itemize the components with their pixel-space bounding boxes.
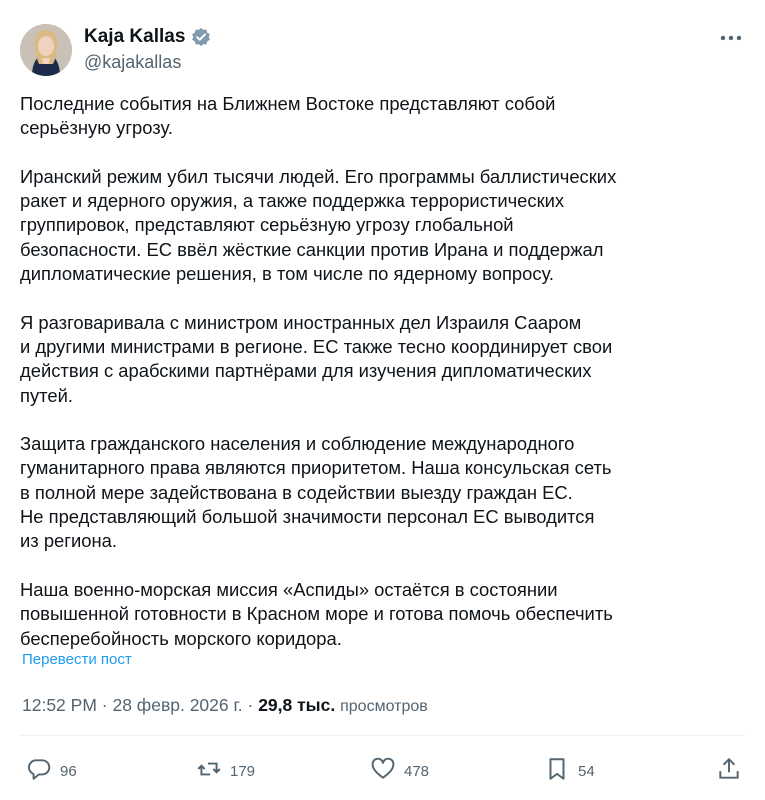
bookmark-count: 54: [578, 762, 595, 780]
views-label: просмотров: [340, 698, 428, 715]
post-metadata: 12:52 PM · 28 февр. 2026 г. · 29,8 тыс. …: [22, 695, 428, 716]
share-icon: [716, 756, 742, 787]
repost-icon: [196, 756, 222, 787]
repost-button[interactable]: 179: [196, 755, 255, 787]
meta-separator: ·: [247, 695, 254, 715]
bookmark-button[interactable]: 54: [544, 755, 595, 787]
share-button[interactable]: [716, 755, 742, 787]
post-paragraph: Последние события на Ближнем Востоке пре…: [20, 93, 556, 139]
author-handle[interactable]: @kajakallas: [84, 52, 181, 73]
translate-post-link[interactable]: Перевести пост: [22, 651, 132, 668]
post-paragraph: Я разговаривала с министром иностранных …: [20, 311, 613, 406]
verified-badge-icon: [191, 27, 211, 47]
reply-button[interactable]: 96: [26, 755, 77, 787]
post-time[interactable]: 12:52 PM: [22, 695, 97, 715]
post-date[interactable]: 28 февр. 2026 г.: [112, 695, 242, 715]
bookmark-icon: [544, 756, 570, 787]
post-paragraph: Защита гражданского населения и соблюден…: [20, 433, 612, 552]
like-button[interactable]: 478: [370, 755, 429, 787]
views-count: 29,8 тыс.: [258, 695, 336, 715]
post-header: Kaja Kallas @kajakallas: [20, 20, 745, 80]
like-count: 478: [404, 762, 430, 780]
post-paragraph: Иранский режим убил тысячи людей. Его пр…: [20, 165, 617, 285]
reply-icon: [26, 756, 52, 787]
divider: [20, 735, 745, 736]
author-name-row: Kaja Kallas: [84, 26, 211, 48]
post-paragraph: Наша военно-морская миссия «Аспиды» оста…: [20, 578, 613, 649]
author-display-name[interactable]: Kaja Kallas: [84, 26, 185, 48]
more-options-icon[interactable]: [717, 28, 745, 48]
meta-separator: ·: [101, 695, 108, 715]
action-bar: 96 179 478 54: [26, 755, 746, 787]
avatar[interactable]: [20, 24, 72, 76]
repost-count: 179: [230, 762, 256, 780]
reply-count: 96: [60, 762, 77, 780]
like-icon: [370, 756, 396, 787]
post-text: Последние события на Ближнем Востоке пре…: [20, 92, 745, 675]
